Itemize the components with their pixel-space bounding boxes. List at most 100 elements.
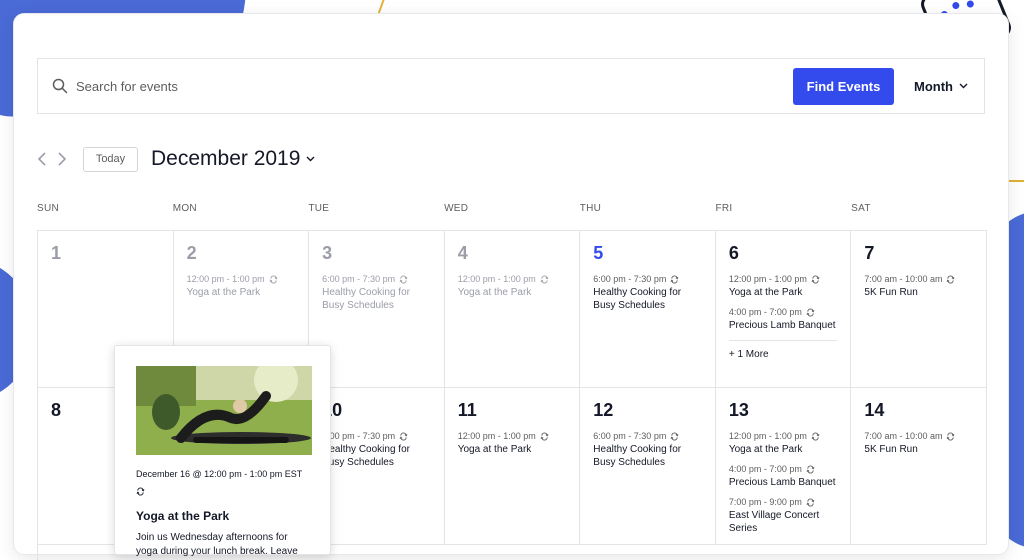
calendar-day-cell[interactable]: 6 12:00 pm - 1:00 pm Yoga at the Park 4:00 … bbox=[715, 231, 852, 388]
event-title[interactable]: Precious Lamb Banquet bbox=[729, 476, 841, 489]
month-navigation: Today December 2019 bbox=[37, 146, 315, 172]
day-number[interactable]: 11 bbox=[458, 400, 580, 421]
calendar-day-cell[interactable]: 12 6:00 pm - 7:30 pm Healthy Cooking for B… bbox=[580, 388, 716, 545]
event-time-row: 7:00 pm - 9:00 pm bbox=[729, 497, 841, 507]
day-number[interactable]: 4 bbox=[458, 243, 580, 264]
event-title[interactable]: 5K Fun Run bbox=[864, 286, 976, 299]
calendar-event[interactable]: 12:00 pm - 1:00 pm Yoga at the Park bbox=[458, 431, 570, 456]
event-title[interactable]: Healthy Cooking for Busy Schedules bbox=[322, 286, 434, 312]
calendar-event[interactable]: 12:00 pm - 1:00 pm Yoga at the Park bbox=[729, 431, 841, 456]
calendar-event[interactable]: 7:00 am - 10:00 am 5K Fun Run bbox=[864, 274, 976, 299]
recurring-icon bbox=[540, 275, 549, 283]
event-title[interactable]: Healthy Cooking for Busy Schedules bbox=[593, 443, 705, 469]
calendar-event[interactable]: 6:00 pm - 7:30 pm Healthy Cooking for Bus… bbox=[593, 274, 705, 312]
weekday-label: MON bbox=[172, 203, 197, 214]
chevron-left-icon[interactable] bbox=[37, 151, 47, 167]
event-time-row: 12:00 pm - 1:00 pm bbox=[187, 274, 299, 284]
event-title[interactable]: Yoga at the Park bbox=[187, 286, 299, 299]
weekday-label: SUN bbox=[37, 203, 60, 214]
month-title: December 2019 bbox=[151, 147, 301, 170]
event-time-row: 7:00 am - 10:00 am bbox=[864, 431, 976, 441]
today-button[interactable]: Today bbox=[83, 146, 138, 172]
event-time-row: 6:00 pm - 7:30 pm bbox=[322, 274, 434, 284]
recurring-icon bbox=[136, 487, 145, 496]
calendar-day-cell[interactable]: 13 12:00 pm - 1:00 pm Yoga at the Park 4:00… bbox=[715, 388, 852, 545]
calendar-event[interactable]: 12:00 pm - 1:00 pm Yoga at the Park bbox=[187, 274, 299, 299]
more-events-link[interactable]: + 1 More bbox=[728, 340, 837, 360]
calendar-event[interactable]: 6:00 pm - 7:30 pm Healthy Cooking for Bus… bbox=[322, 274, 434, 312]
weekday-label: FRI bbox=[715, 203, 733, 214]
event-title[interactable]: East Village Concert Series bbox=[729, 509, 841, 535]
tooltip-title[interactable]: Yoga at the Park bbox=[136, 509, 310, 523]
recurring-icon bbox=[806, 465, 815, 473]
weekday-label: WED bbox=[444, 203, 469, 214]
chevron-down-icon bbox=[306, 156, 315, 162]
event-title[interactable]: Precious Lamb Banquet bbox=[729, 319, 841, 332]
event-time-row: 4:00 pm - 7:00 pm bbox=[729, 307, 841, 317]
event-time: 7:00 am - 10:00 am bbox=[864, 274, 943, 284]
day-number[interactable]: 10 bbox=[322, 400, 444, 421]
calendar-day-cell[interactable]: 4 12:00 pm - 1:00 pm Yoga at the Park bbox=[444, 231, 581, 388]
recurring-icon bbox=[806, 308, 815, 316]
recurring-icon bbox=[269, 275, 278, 283]
event-time-row: 12:00 pm - 1:00 pm bbox=[458, 431, 570, 441]
event-time-row: 12:00 pm - 1:00 pm bbox=[458, 274, 570, 284]
event-time: 12:00 pm - 1:00 pm bbox=[728, 274, 807, 284]
calendar-day-cell[interactable]: 14 7:00 am - 10:00 am 5K Fun Run bbox=[851, 388, 987, 545]
view-selector-label: Month bbox=[914, 78, 953, 94]
event-time: 12:00 pm - 1:00 pm bbox=[457, 431, 536, 441]
event-time-row: 7:00 am - 10:00 am bbox=[864, 274, 976, 284]
recurring-icon bbox=[806, 498, 815, 506]
calendar-event[interactable]: 4:00 pm - 7:00 pm Precious Lamb Banquet bbox=[729, 307, 841, 332]
event-time: 6:00 pm - 7:30 pm bbox=[322, 431, 396, 441]
calendar-event[interactable]: 7:00 am - 10:00 am 5K Fun Run bbox=[864, 431, 976, 456]
recurring-icon bbox=[399, 275, 408, 283]
day-number[interactable]: 2 bbox=[187, 243, 309, 264]
event-time-row: 6:00 pm - 7:30 pm bbox=[593, 431, 705, 441]
weekday-header: SUN MON TUE WED THU FRI SAT bbox=[37, 203, 987, 214]
event-image bbox=[136, 366, 312, 455]
decorative-dot bbox=[965, 0, 975, 9]
event-title[interactable]: 5K Fun Run bbox=[864, 443, 976, 456]
event-title[interactable]: Yoga at the Park bbox=[458, 443, 570, 456]
recurring-icon bbox=[670, 275, 679, 283]
day-number[interactable]: 12 bbox=[593, 400, 715, 421]
calendar-event[interactable]: 6:00 pm - 7:30 pm Healthy Cooking for Bus… bbox=[322, 431, 434, 469]
event-time-row: 4:00 pm - 7:00 pm bbox=[729, 464, 841, 474]
chevron-right-icon[interactable] bbox=[57, 151, 67, 167]
find-events-button[interactable]: Find Events bbox=[793, 68, 894, 105]
calendar-event[interactable]: 4:00 pm - 7:00 pm Precious Lamb Banquet bbox=[729, 464, 841, 489]
calendar-event[interactable]: 12:00 pm - 1:00 pm Yoga at the Park bbox=[458, 274, 570, 299]
event-time: 7:00 am - 10:00 am bbox=[864, 431, 943, 441]
day-number[interactable]: 7 bbox=[864, 243, 986, 264]
calendar-event[interactable]: 12:00 pm - 1:00 pm Yoga at the Park bbox=[729, 274, 841, 299]
calendar-event[interactable]: 6:00 pm - 7:30 pm Healthy Cooking for Bus… bbox=[593, 431, 705, 469]
event-title[interactable]: Yoga at the Park bbox=[729, 286, 841, 299]
event-title[interactable]: Healthy Cooking for Busy Schedules bbox=[593, 286, 705, 312]
decorative-dot bbox=[951, 0, 961, 11]
calendar-event[interactable]: 7:00 pm - 9:00 pm East Village Concert Se… bbox=[729, 497, 841, 535]
event-time: 6:00 pm - 7:30 pm bbox=[322, 274, 396, 284]
calendar-day-cell[interactable]: 5 6:00 pm - 7:30 pm Healthy Cooking for Bu… bbox=[580, 231, 716, 388]
day-number[interactable]: 6 bbox=[729, 243, 851, 264]
view-selector[interactable]: Month bbox=[914, 59, 968, 113]
day-number[interactable]: 13 bbox=[729, 400, 851, 421]
event-time: 12:00 pm - 1:00 pm bbox=[728, 431, 807, 441]
day-number[interactable]: 5 bbox=[593, 243, 715, 264]
event-time: 4:00 pm - 7:00 pm bbox=[728, 464, 802, 474]
weekday-label: TUE bbox=[308, 203, 330, 214]
search-input[interactable] bbox=[74, 77, 678, 95]
event-time: 12:00 pm - 1:00 pm bbox=[186, 274, 265, 284]
calendar-day-cell[interactable]: 7 7:00 am - 10:00 am 5K Fun Run bbox=[851, 231, 987, 388]
month-picker[interactable]: December 2019 bbox=[151, 147, 315, 171]
event-title[interactable]: Yoga at the Park bbox=[729, 443, 841, 456]
calendar-day-cell[interactable]: 11 12:00 pm - 1:00 pm Yoga at the Park bbox=[444, 388, 581, 545]
chevron-down-icon bbox=[959, 83, 968, 89]
day-number[interactable]: 1 bbox=[51, 243, 173, 264]
day-number[interactable]: 14 bbox=[864, 400, 986, 421]
recurring-icon bbox=[540, 432, 549, 440]
event-title[interactable]: Yoga at the Park bbox=[458, 286, 570, 299]
day-number[interactable]: 3 bbox=[322, 243, 444, 264]
tooltip-description: Join us Wednesday afternoons for yoga du… bbox=[136, 532, 298, 557]
event-title[interactable]: Healthy Cooking for Busy Schedules bbox=[322, 443, 434, 469]
